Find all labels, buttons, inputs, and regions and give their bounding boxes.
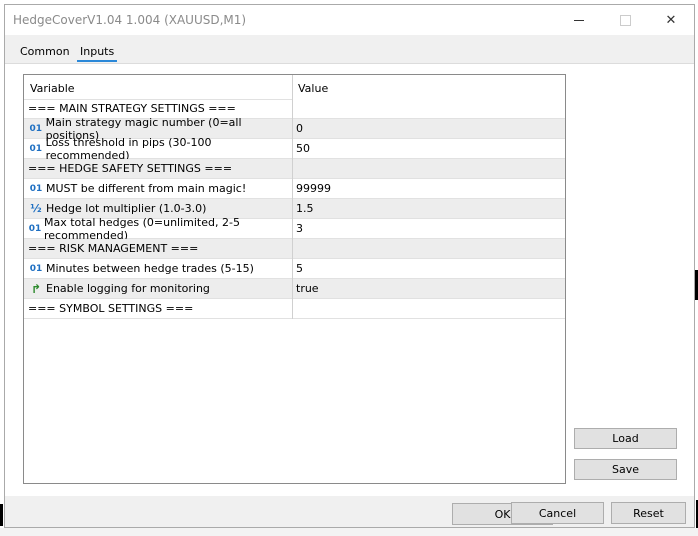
grid-header: Variable Value [24,75,565,100]
window-title: HedgeCoverV1.04 1.004 (XAUUSD,M1) [13,13,247,27]
integer-icon: 01 [29,143,43,154]
cancel-button[interactable]: Cancel [511,502,604,524]
column-separator [292,75,293,319]
load-button[interactable]: Load [574,428,677,449]
chart-time-axis [0,528,698,536]
section-row-risk-management: === RISK MANAGEMENT === [24,239,565,259]
param-row-minutes-between[interactable]: 01 Minutes between hedge trades (5-15) 5 [24,259,565,279]
param-value[interactable]: 0 [292,119,565,138]
title-bar: HedgeCoverV1.04 1.004 (XAUUSD,M1) ✕ [5,5,694,35]
param-value-text: 99999 [296,182,331,195]
inputs-grid: Variable Value === MAIN STRATEGY SETTING… [23,74,566,484]
param-value[interactable]: 99999 [292,179,565,198]
section-row-symbol-settings: === SYMBOL SETTINGS === [24,299,565,319]
tab-common[interactable]: Common [17,43,73,60]
minimize-icon [574,19,584,21]
param-value-text: 50 [296,142,310,155]
param-value[interactable]: 50 [292,139,565,158]
param-value[interactable]: 3 [292,219,565,238]
double-icon: ½ [30,202,42,215]
chart-bar-mark [0,504,3,526]
integer-icon: 01 [29,123,43,134]
integer-icon: 01 [28,223,42,234]
maximize-icon [619,14,631,26]
param-value[interactable]: true [292,279,565,298]
param-row-hedge-magic[interactable]: 01 MUST be different from main magic! 999… [24,179,565,199]
input-parameters-dialog: HedgeCoverV1.04 1.004 (XAUUSD,M1) ✕ Comm… [4,4,695,528]
param-label: Loss threshold in pips (30-100 recommend… [45,135,212,162]
param-label: Max total hedges (0=unlimited, 2-5 recom… [44,215,240,242]
param-row-enable-logging[interactable]: ↱ Enable logging for monitoring true [24,279,565,299]
param-value[interactable]: 1.5 [292,199,565,218]
tab-inputs[interactable]: Inputs [77,43,118,62]
param-label: Hedge lot multiplier (1.0-3.0) [46,202,207,215]
maximize-button[interactable] [602,5,648,35]
param-value-text: 3 [296,222,303,235]
section-label: === MAIN STRATEGY SETTINGS === [28,102,236,115]
value-cell [292,159,565,178]
section-label: === RISK MANAGEMENT === [28,242,199,255]
column-header-value[interactable]: Value [298,82,328,95]
value-cell [292,99,565,118]
integer-icon: 01 [29,183,43,194]
value-cell [292,239,565,258]
column-header-variable[interactable]: Variable [30,82,75,95]
param-label: Minutes between hedge trades (5-15) [46,262,254,275]
section-row-hedge-safety: === HEDGE SAFETY SETTINGS === [24,159,565,179]
param-row-max-hedges[interactable]: 01 Max total hedges (0=unlimited, 2-5 rec… [24,215,565,242]
inputs-panel: Variable Value === MAIN STRATEGY SETTING… [5,63,694,496]
param-value-text: 0 [296,122,303,135]
param-value-text: true [296,282,319,295]
param-label: Enable logging for monitoring [46,282,210,295]
reset-button[interactable]: Reset [611,502,686,524]
save-button[interactable]: Save [574,459,677,480]
section-label: === SYMBOL SETTINGS === [28,302,194,315]
section-label: === HEDGE SAFETY SETTINGS === [28,162,233,175]
integer-icon: 01 [29,263,43,274]
boolean-icon: ↱ [30,281,42,296]
minimize-button[interactable] [556,5,602,35]
param-label: MUST be different from main magic! [46,182,247,195]
param-value-text: 5 [296,262,303,275]
param-row-loss-threshold[interactable]: 01 Loss threshold in pips (30-100 recomme… [24,135,565,162]
param-value-text: 1.5 [296,202,314,215]
close-icon: ✕ [665,12,677,28]
value-cell [292,299,565,318]
param-value[interactable]: 5 [292,259,565,278]
close-button[interactable]: ✕ [648,5,694,35]
